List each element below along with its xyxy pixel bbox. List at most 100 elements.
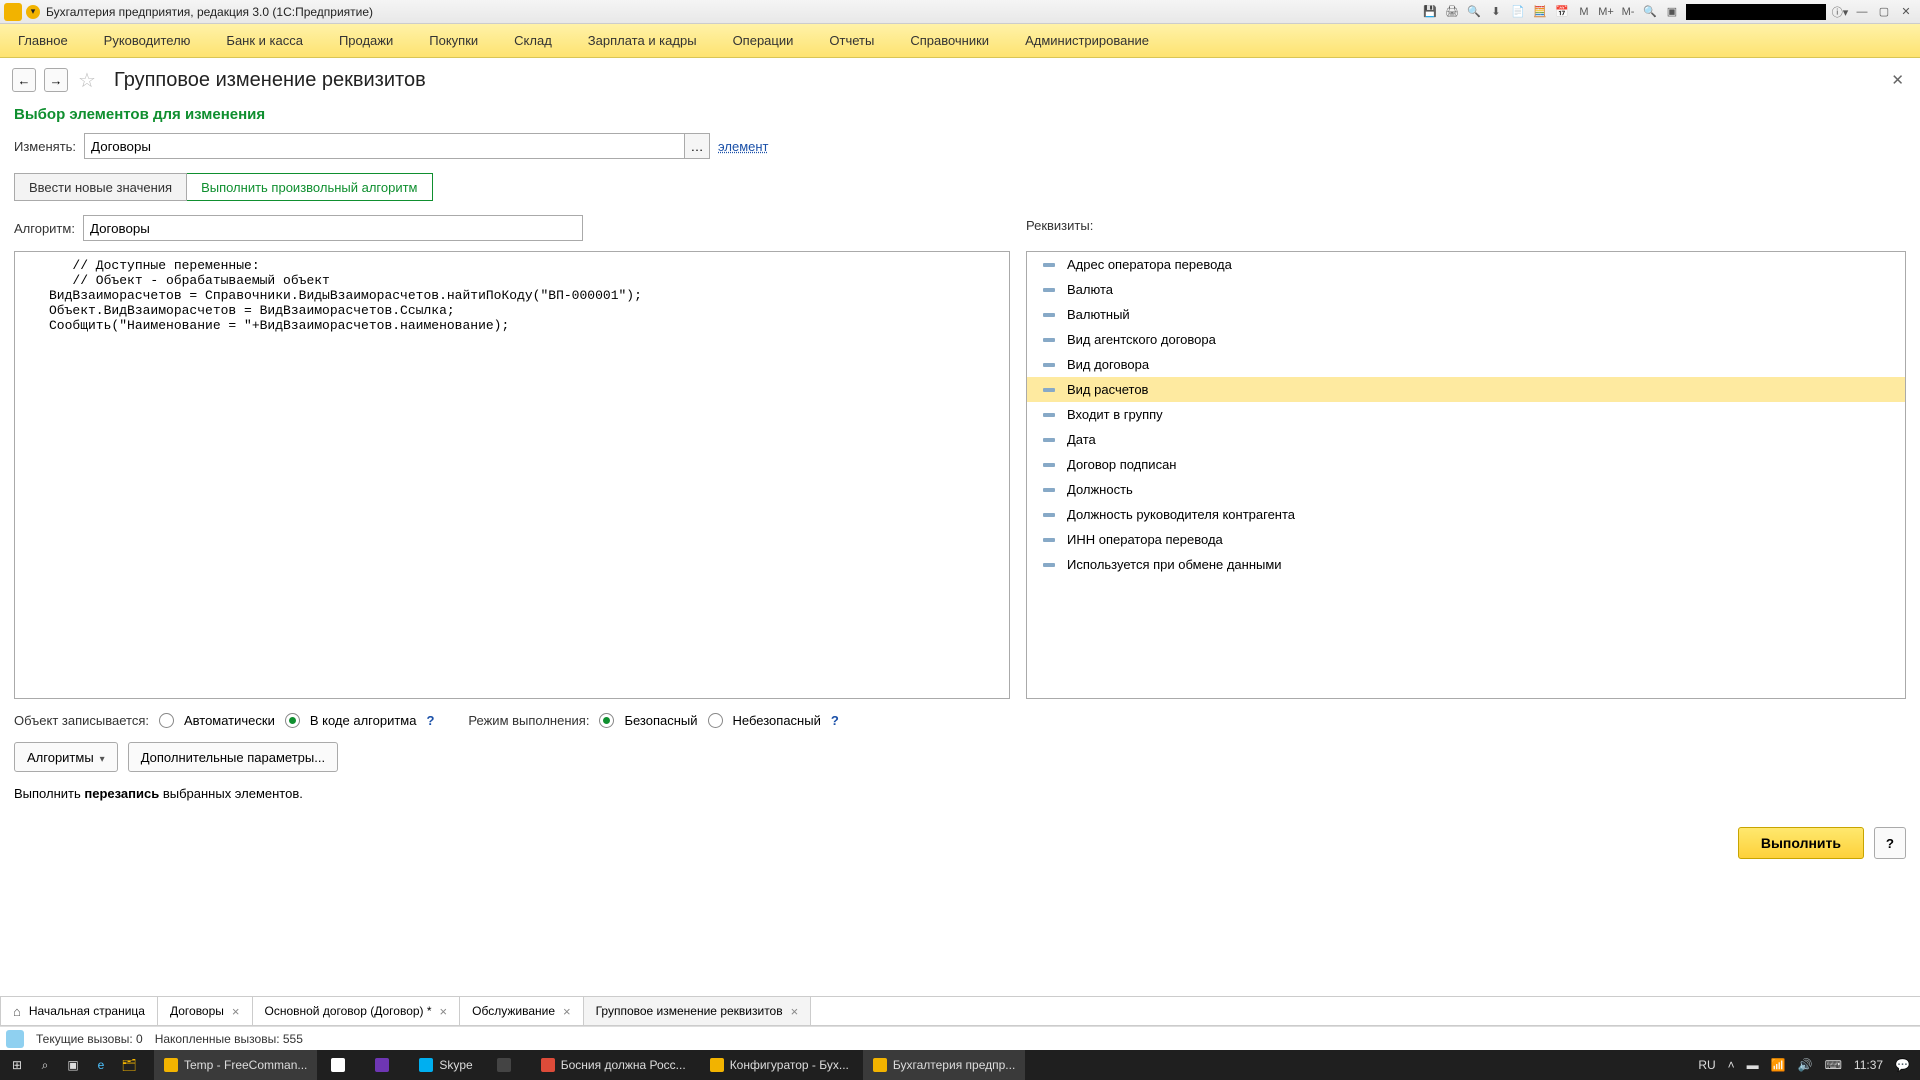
algo-input[interactable] — [83, 215, 583, 241]
attrs-list[interactable]: Адрес оператора переводаВалютаВалютныйВи… — [1026, 251, 1906, 699]
start-icon[interactable]: ⊞ — [8, 1056, 26, 1074]
menu-item[interactable]: Справочники — [892, 24, 1007, 57]
zoom-icon[interactable]: 🔍 — [1642, 4, 1658, 20]
search-icon[interactable]: ⌕ — [36, 1056, 54, 1074]
tab-enter-values[interactable]: Ввести новые значения — [14, 173, 187, 201]
close-icon[interactable]: × — [440, 1004, 448, 1019]
execute-button[interactable]: Выполнить — [1738, 827, 1864, 859]
menu-item[interactable]: Продажи — [321, 24, 411, 57]
attr-item[interactable]: Используется при обмене данными — [1027, 552, 1905, 577]
edge-icon[interactable]: e — [92, 1056, 110, 1074]
m-icon[interactable]: M — [1576, 4, 1592, 20]
attr-item[interactable]: Вид расчетов — [1027, 377, 1905, 402]
menu-item[interactable]: Главное — [0, 24, 86, 57]
page-head: ← → ☆ Групповое изменение реквизитов ✕ — [0, 58, 1920, 102]
print2-icon[interactable]: 📄 — [1510, 4, 1526, 20]
taskbar-app[interactable]: Temp - FreeComman... — [154, 1050, 317, 1080]
status-icon — [6, 1030, 24, 1048]
close-window-icon[interactable]: ✕ — [1898, 4, 1914, 20]
taskbar-app[interactable] — [365, 1050, 405, 1080]
tray-chevron-icon[interactable]: ˄ — [1728, 1058, 1735, 1072]
volume-icon[interactable]: 🔊 — [1798, 1058, 1813, 1072]
forward-button[interactable]: → — [44, 68, 68, 92]
menu-item[interactable]: Склад — [496, 24, 570, 57]
code-editor[interactable]: // Доступные переменные: // Объект - обр… — [14, 251, 1010, 699]
taskbar-app[interactable] — [487, 1050, 527, 1080]
extra-params-button[interactable]: Дополнительные параметры... — [128, 742, 338, 772]
print-icon[interactable]: 🖨 — [1444, 4, 1460, 20]
attr-icon — [1043, 363, 1055, 367]
panels-icon[interactable]: ▣ — [1664, 4, 1680, 20]
clock[interactable]: 11:37 — [1854, 1058, 1883, 1072]
element-link[interactable]: элемент — [718, 139, 768, 154]
menu-item[interactable]: Отчеты — [811, 24, 892, 57]
save-inalgo-radio[interactable] — [285, 713, 300, 728]
taskbar-app[interactable]: Конфигуратор - Бух... — [700, 1050, 859, 1080]
close-icon[interactable]: × — [563, 1004, 571, 1019]
attr-item[interactable]: Договор подписан — [1027, 452, 1905, 477]
bottom-tab[interactable]: ⌂Начальная страница — [0, 997, 158, 1025]
task-view-icon[interactable]: ▣ — [64, 1056, 82, 1074]
close-page-icon[interactable]: ✕ — [1887, 67, 1908, 93]
attr-item[interactable]: Должность руководителя контрагента — [1027, 502, 1905, 527]
wifi-icon[interactable]: 📶 — [1771, 1058, 1786, 1072]
bottom-tab[interactable]: Групповое изменение реквизитов× — [584, 997, 812, 1025]
attr-item[interactable]: Дата — [1027, 427, 1905, 452]
attr-item[interactable]: Входит в группу — [1027, 402, 1905, 427]
help-button[interactable]: ? — [1874, 827, 1906, 859]
attr-item[interactable]: Должность — [1027, 477, 1905, 502]
help-icon[interactable]: ? — [831, 713, 839, 728]
calc-icon[interactable]: 🧮 — [1532, 4, 1548, 20]
algorithms-dropdown[interactable]: Алгоритмы — [14, 742, 118, 772]
back-button[interactable]: ← — [12, 68, 36, 92]
attr-item[interactable]: Вид договора — [1027, 352, 1905, 377]
main-menu: Главное Руководителю Банк и касса Продаж… — [0, 24, 1920, 58]
attr-label: Валюта — [1067, 282, 1113, 297]
taskbar-app[interactable]: Бухгалтерия предпр... — [863, 1050, 1025, 1080]
lang-indicator[interactable]: RU — [1698, 1058, 1715, 1072]
bottom-tab[interactable]: Обслуживание× — [460, 997, 583, 1025]
close-icon[interactable]: × — [791, 1004, 799, 1019]
info-icon[interactable]: ⓘ▾ — [1832, 4, 1848, 20]
attr-item[interactable]: Валюта — [1027, 277, 1905, 302]
menu-item[interactable]: Руководителю — [86, 24, 209, 57]
save-auto-radio[interactable] — [159, 713, 174, 728]
taskbar-app[interactable]: Босния должна Росс... — [531, 1050, 696, 1080]
menu-item[interactable]: Операции — [715, 24, 812, 57]
notifications-icon[interactable]: 💬 — [1895, 1058, 1910, 1072]
minimize-icon[interactable]: — — [1854, 4, 1870, 20]
title-toolbar: 💾 🖨 🔍 ⬇ 📄 🧮 📅 M M+ M- 🔍 ▣ ⓘ▾ — ▢ ✕ — [1422, 4, 1920, 20]
battery-icon[interactable]: ▬ — [1747, 1058, 1759, 1072]
change-select-button[interactable]: … — [684, 133, 710, 159]
change-input[interactable] — [84, 133, 684, 159]
bottom-tab[interactable]: Договоры× — [158, 997, 253, 1025]
m-minus-icon[interactable]: M- — [1620, 4, 1636, 20]
restore-icon[interactable]: ▢ — [1876, 4, 1892, 20]
m-plus-icon[interactable]: M+ — [1598, 4, 1614, 20]
exec-safe-radio[interactable] — [599, 713, 614, 728]
attr-item[interactable]: ИНН оператора перевода — [1027, 527, 1905, 552]
keyboard-icon[interactable]: ⌨ — [1825, 1058, 1842, 1072]
bottom-tab[interactable]: Основной договор (Договор) *× — [253, 997, 461, 1025]
taskbar-app[interactable] — [321, 1050, 361, 1080]
exec-unsafe-radio[interactable] — [708, 713, 723, 728]
menu-item[interactable]: Банк и касса — [208, 24, 321, 57]
attr-item[interactable]: Вид агентского договора — [1027, 327, 1905, 352]
menu-item[interactable]: Администрирование — [1007, 24, 1167, 57]
app-dropdown-icon[interactable]: ▾ — [26, 5, 40, 19]
taskbar-app[interactable]: Skype — [409, 1050, 482, 1080]
close-icon[interactable]: × — [232, 1004, 240, 1019]
save-icon[interactable]: 💾 — [1422, 4, 1438, 20]
exec-unsafe-label: Небезопасный — [733, 713, 821, 728]
attr-item[interactable]: Валютный — [1027, 302, 1905, 327]
tab-run-algorithm[interactable]: Выполнить произвольный алгоритм — [187, 173, 432, 201]
help-icon[interactable]: ? — [426, 713, 434, 728]
preview-icon[interactable]: 🔍 — [1466, 4, 1482, 20]
download-icon[interactable]: ⬇ — [1488, 4, 1504, 20]
menu-item[interactable]: Зарплата и кадры — [570, 24, 715, 57]
menu-item[interactable]: Покупки — [411, 24, 496, 57]
favorite-icon[interactable]: ☆ — [76, 69, 98, 91]
attr-item[interactable]: Адрес оператора перевода — [1027, 252, 1905, 277]
calendar-icon[interactable]: 📅 — [1554, 4, 1570, 20]
explorer-icon[interactable]: 🗂 — [120, 1056, 138, 1074]
